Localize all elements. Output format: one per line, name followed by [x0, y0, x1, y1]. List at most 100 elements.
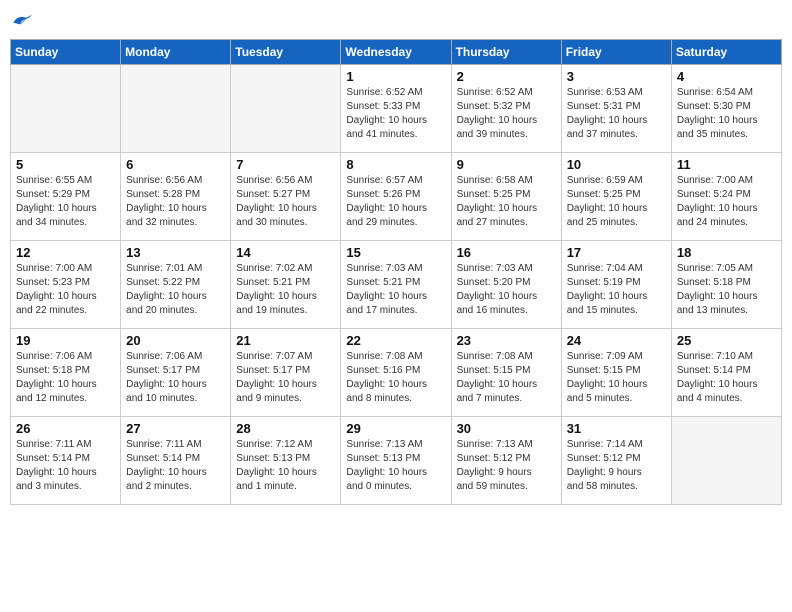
day-number: 10: [567, 157, 666, 172]
calendar-cell: 22 Sunrise: 7:08 AM Sunset: 5:16 PM Dayli…: [341, 329, 451, 417]
calendar-cell: 26 Sunrise: 7:11 AM Sunset: 5:14 PM Dayli…: [11, 417, 121, 505]
calendar-cell: [11, 65, 121, 153]
day-info: Sunrise: 7:11 AM Sunset: 5:14 PM Dayligh…: [16, 438, 115, 494]
weekday-header-thursday: Thursday: [451, 40, 561, 65]
calendar-cell: 8 Sunrise: 6:57 AM Sunset: 5:26 PM Daylig…: [341, 153, 451, 241]
calendar-cell: 24 Sunrise: 7:09 AM Sunset: 5:15 PM Dayli…: [561, 329, 671, 417]
day-info: Sunrise: 7:09 AM Sunset: 5:15 PM Dayligh…: [567, 350, 666, 406]
calendar-cell: 1 Sunrise: 6:52 AM Sunset: 5:33 PM Daylig…: [341, 65, 451, 153]
day-info: Sunrise: 6:55 AM Sunset: 5:29 PM Dayligh…: [16, 174, 115, 230]
day-info: Sunrise: 6:52 AM Sunset: 5:32 PM Dayligh…: [457, 86, 556, 142]
calendar-cell: 14 Sunrise: 7:02 AM Sunset: 5:21 PM Dayli…: [231, 241, 341, 329]
day-number: 11: [677, 157, 776, 172]
day-info: Sunrise: 7:03 AM Sunset: 5:21 PM Dayligh…: [346, 262, 445, 318]
day-info: Sunrise: 6:58 AM Sunset: 5:25 PM Dayligh…: [457, 174, 556, 230]
day-info: Sunrise: 6:52 AM Sunset: 5:33 PM Dayligh…: [346, 86, 445, 142]
calendar-cell: [671, 417, 781, 505]
day-number: 3: [567, 69, 666, 84]
logo-bird-icon: [10, 11, 34, 31]
calendar-table: SundayMondayTuesdayWednesdayThursdayFrid…: [10, 39, 782, 505]
day-info: Sunrise: 6:56 AM Sunset: 5:27 PM Dayligh…: [236, 174, 335, 230]
day-number: 4: [677, 69, 776, 84]
day-info: Sunrise: 7:04 AM Sunset: 5:19 PM Dayligh…: [567, 262, 666, 318]
day-info: Sunrise: 7:03 AM Sunset: 5:20 PM Dayligh…: [457, 262, 556, 318]
calendar-cell: 13 Sunrise: 7:01 AM Sunset: 5:22 PM Dayli…: [121, 241, 231, 329]
day-info: Sunrise: 7:13 AM Sunset: 5:12 PM Dayligh…: [457, 438, 556, 494]
day-info: Sunrise: 6:59 AM Sunset: 5:25 PM Dayligh…: [567, 174, 666, 230]
calendar-cell: 3 Sunrise: 6:53 AM Sunset: 5:31 PM Daylig…: [561, 65, 671, 153]
calendar-cell: 5 Sunrise: 6:55 AM Sunset: 5:29 PM Daylig…: [11, 153, 121, 241]
day-number: 21: [236, 333, 335, 348]
day-info: Sunrise: 7:05 AM Sunset: 5:18 PM Dayligh…: [677, 262, 776, 318]
calendar-cell: 6 Sunrise: 6:56 AM Sunset: 5:28 PM Daylig…: [121, 153, 231, 241]
day-number: 6: [126, 157, 225, 172]
day-number: 7: [236, 157, 335, 172]
day-info: Sunrise: 7:02 AM Sunset: 5:21 PM Dayligh…: [236, 262, 335, 318]
day-info: Sunrise: 7:08 AM Sunset: 5:15 PM Dayligh…: [457, 350, 556, 406]
day-number: 5: [16, 157, 115, 172]
day-number: 14: [236, 245, 335, 260]
day-info: Sunrise: 7:06 AM Sunset: 5:17 PM Dayligh…: [126, 350, 225, 406]
day-number: 12: [16, 245, 115, 260]
calendar-cell: 27Sunrise: 7:11 AM Sunset: 5:14 PM Dayli…: [121, 417, 231, 505]
day-number: 18: [677, 245, 776, 260]
calendar-cell: 4 Sunrise: 6:54 AM Sunset: 5:30 PM Daylig…: [671, 65, 781, 153]
day-info: Sunrise: 6:54 AM Sunset: 5:30 PM Dayligh…: [677, 86, 776, 142]
page-header: [10, 10, 782, 31]
day-info: Sunrise: 6:56 AM Sunset: 5:28 PM Dayligh…: [126, 174, 225, 230]
day-number: 20: [126, 333, 225, 348]
calendar-cell: 21 Sunrise: 7:07 AM Sunset: 5:17 PM Dayli…: [231, 329, 341, 417]
day-number: 25: [677, 333, 776, 348]
calendar-cell: 16 Sunrise: 7:03 AM Sunset: 5:20 PM Dayli…: [451, 241, 561, 329]
day-number: 17: [567, 245, 666, 260]
calendar-cell: [231, 65, 341, 153]
day-info: Sunrise: 7:00 AM Sunset: 5:23 PM Dayligh…: [16, 262, 115, 318]
day-number: 22: [346, 333, 445, 348]
day-info: Sunrise: 7:08 AM Sunset: 5:16 PM Dayligh…: [346, 350, 445, 406]
calendar-cell: 9 Sunrise: 6:58 AM Sunset: 5:25 PM Daylig…: [451, 153, 561, 241]
day-number: 2: [457, 69, 556, 84]
day-number: 13: [126, 245, 225, 260]
day-info: Sunrise: 7:07 AM Sunset: 5:17 PM Dayligh…: [236, 350, 335, 406]
day-info: Sunrise: 7:01 AM Sunset: 5:22 PM Dayligh…: [126, 262, 225, 318]
calendar-cell: 11 Sunrise: 7:00 AM Sunset: 5:24 PM Dayli…: [671, 153, 781, 241]
day-number: 28: [236, 421, 335, 436]
calendar-cell: [121, 65, 231, 153]
calendar-cell: 2 Sunrise: 6:52 AM Sunset: 5:32 PM Daylig…: [451, 65, 561, 153]
weekday-header-monday: Monday: [121, 40, 231, 65]
day-number: 26: [16, 421, 115, 436]
calendar-cell: 20 Sunrise: 7:06 AM Sunset: 5:17 PM Dayli…: [121, 329, 231, 417]
day-number: 27: [126, 421, 225, 436]
day-info: Sunrise: 7:00 AM Sunset: 5:24 PM Dayligh…: [677, 174, 776, 230]
day-number: 24: [567, 333, 666, 348]
calendar-cell: 15 Sunrise: 7:03 AM Sunset: 5:21 PM Dayli…: [341, 241, 451, 329]
day-info: Sunrise: 6:57 AM Sunset: 5:26 PM Dayligh…: [346, 174, 445, 230]
calendar-cell: 18 Sunrise: 7:05 AM Sunset: 5:18 PM Dayli…: [671, 241, 781, 329]
day-number: 29: [346, 421, 445, 436]
day-number: 1: [346, 69, 445, 84]
day-info: Sunrise: 7:06 AM Sunset: 5:18 PM Dayligh…: [16, 350, 115, 406]
day-number: 30: [457, 421, 556, 436]
calendar-cell: 28Sunrise: 7:12 AM Sunset: 5:13 PM Dayli…: [231, 417, 341, 505]
calendar-cell: 17 Sunrise: 7:04 AM Sunset: 5:19 PM Dayli…: [561, 241, 671, 329]
weekday-header-friday: Friday: [561, 40, 671, 65]
weekday-header-sunday: Sunday: [11, 40, 121, 65]
day-number: 16: [457, 245, 556, 260]
calendar-cell: 7 Sunrise: 6:56 AM Sunset: 5:27 PM Daylig…: [231, 153, 341, 241]
day-info: Sunrise: 7:14 AM Sunset: 5:12 PM Dayligh…: [567, 438, 666, 494]
logo: [10, 10, 34, 31]
day-number: 31: [567, 421, 666, 436]
day-number: 19: [16, 333, 115, 348]
day-number: 9: [457, 157, 556, 172]
day-info: Sunrise: 6:53 AM Sunset: 5:31 PM Dayligh…: [567, 86, 666, 142]
weekday-header-wednesday: Wednesday: [341, 40, 451, 65]
weekday-header-saturday: Saturday: [671, 40, 781, 65]
weekday-header-tuesday: Tuesday: [231, 40, 341, 65]
day-info: Sunrise: 7:10 AM Sunset: 5:14 PM Dayligh…: [677, 350, 776, 406]
calendar-cell: 29Sunrise: 7:13 AM Sunset: 5:13 PM Dayli…: [341, 417, 451, 505]
calendar-cell: 10 Sunrise: 6:59 AM Sunset: 5:25 PM Dayli…: [561, 153, 671, 241]
calendar-cell: 25 Sunrise: 7:10 AM Sunset: 5:14 PM Dayli…: [671, 329, 781, 417]
calendar-cell: 31 Sunrise: 7:14 AM Sunset: 5:12 PM Dayli…: [561, 417, 671, 505]
day-number: 8: [346, 157, 445, 172]
day-number: 15: [346, 245, 445, 260]
